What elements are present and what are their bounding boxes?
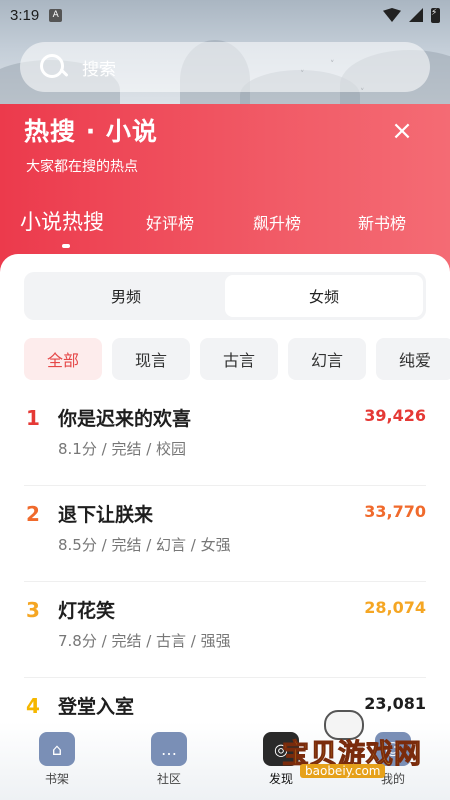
tab-indicator bbox=[62, 244, 70, 248]
status-time: 3:19 bbox=[10, 6, 40, 24]
status-bar: 3:19 A bbox=[0, 0, 450, 30]
tab-rising[interactable]: 飙升榜 bbox=[253, 210, 301, 234]
genre-chip-fantasy[interactable]: 幻言 bbox=[288, 338, 366, 380]
genre-chip-danmei[interactable]: 纯爱 bbox=[376, 338, 450, 380]
book-title: 你是迟来的欢喜 bbox=[58, 408, 192, 430]
search-icon bbox=[38, 52, 68, 82]
rank-number: 2 bbox=[26, 502, 40, 526]
search-placeholder: 搜索 bbox=[82, 59, 116, 80]
rank-number: 1 bbox=[26, 406, 40, 430]
page-subtitle: 大家都在搜的热点 bbox=[26, 159, 138, 175]
gender-toggle: 男频 女频 bbox=[24, 272, 426, 320]
genre-filter: 全部 现言 古言 幻言 纯爱 bbox=[24, 338, 450, 380]
signal-icon bbox=[409, 8, 423, 22]
close-button[interactable]: × bbox=[382, 114, 422, 148]
list-item[interactable]: 3 灯花笑 7.8分 / 完结 / 古言 / 强强 28,074 bbox=[24, 582, 426, 678]
search-input[interactable]: 搜索 bbox=[20, 42, 430, 92]
nav-label: 书架 bbox=[44, 772, 69, 786]
list-item[interactable]: 2 退下让朕来 8.5分 / 完结 / 幻言 / 女强 33,770 bbox=[24, 486, 426, 582]
nav-community[interactable]: … 社区 bbox=[134, 732, 204, 787]
home-icon: ⌂ bbox=[39, 732, 75, 766]
tab-hot-novels[interactable]: 小说热搜 bbox=[20, 206, 104, 236]
watermark-logo: 宝贝游戏网 baobeiy.com bbox=[282, 706, 442, 786]
nav-label: 社区 bbox=[156, 772, 181, 786]
search-count: 28,074 bbox=[364, 598, 426, 617]
tab-new-books[interactable]: 新书榜 bbox=[358, 210, 406, 234]
book-title: 登堂入室 bbox=[58, 696, 135, 718]
book-meta: 8.1分 / 完结 / 校园 bbox=[58, 440, 187, 458]
genre-chip-modern[interactable]: 现言 bbox=[112, 338, 190, 380]
book-meta: 7.8分 / 完结 / 古言 / 强强 bbox=[58, 632, 231, 650]
nav-bookshelf[interactable]: ⌂ 书架 bbox=[22, 732, 92, 787]
tab-top-rated[interactable]: 好评榜 bbox=[146, 210, 194, 234]
female-channel-tab[interactable]: 女频 bbox=[225, 275, 423, 317]
category-tabs: 小说热搜 好评榜 飙升榜 新书榜 bbox=[0, 200, 450, 248]
book-meta: 8.5分 / 完结 / 幻言 / 女强 bbox=[58, 536, 231, 554]
book-title: 退下让朕来 bbox=[58, 504, 154, 526]
watermark-url: baobeiy.com bbox=[300, 764, 386, 778]
search-count: 33,770 bbox=[364, 502, 426, 521]
battery-icon bbox=[431, 7, 440, 23]
rank-number: 4 bbox=[26, 694, 40, 718]
genre-chip-ancient[interactable]: 古言 bbox=[200, 338, 278, 380]
close-icon: × bbox=[391, 116, 413, 146]
book-title: 灯花笑 bbox=[58, 600, 116, 622]
list-item[interactable]: 1 你是迟来的欢喜 8.1分 / 完结 / 校园 39,426 bbox=[24, 390, 426, 486]
page-title: 热搜 · 小说 bbox=[24, 117, 158, 146]
search-count: 39,426 bbox=[364, 406, 426, 425]
notification-icon: A bbox=[49, 8, 63, 22]
rank-number: 3 bbox=[26, 598, 40, 622]
wifi-icon bbox=[383, 8, 401, 22]
genre-chip-all[interactable]: 全部 bbox=[24, 338, 102, 380]
chat-icon: … bbox=[151, 732, 187, 766]
male-channel-tab[interactable]: 男频 bbox=[27, 275, 225, 317]
